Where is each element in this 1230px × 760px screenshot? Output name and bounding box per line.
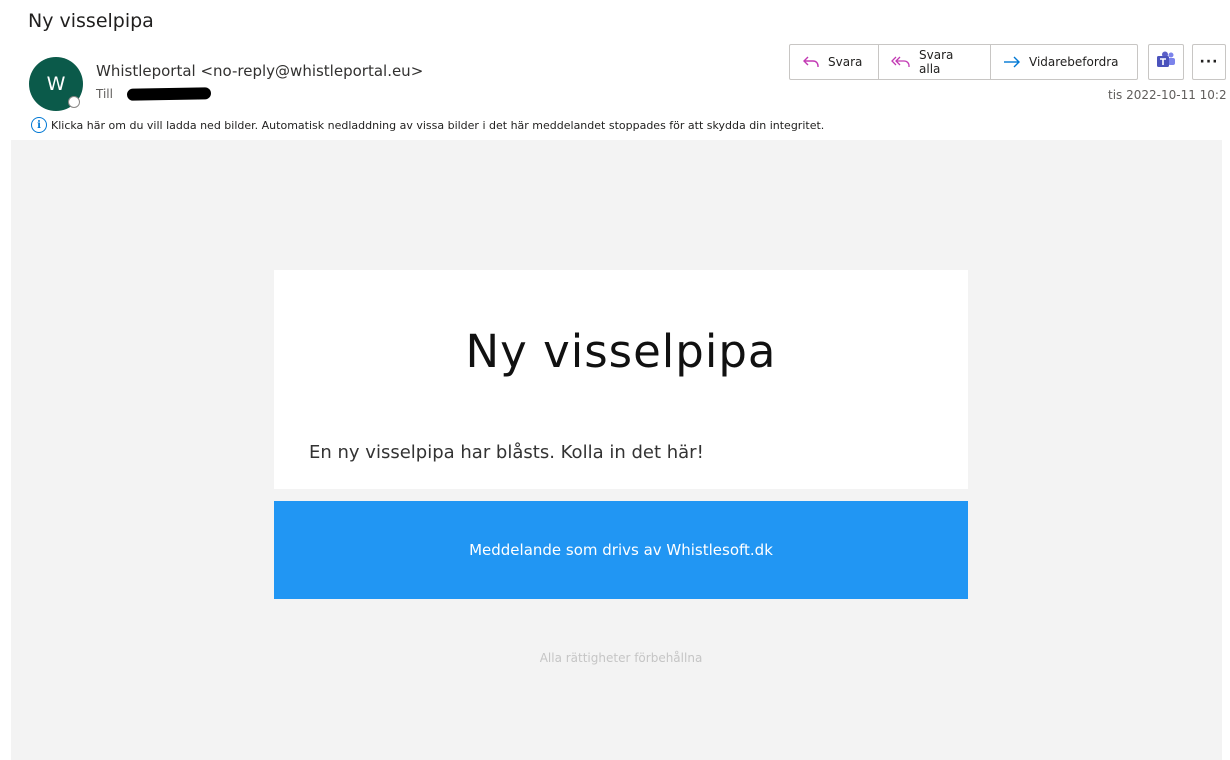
sender-name[interactable]: Whistleportal <no-reply@whistleportal.eu… [96, 62, 423, 80]
avatar-initial: W [46, 73, 66, 95]
presence-status-icon [68, 96, 80, 108]
message-title: Ny visselpipa [465, 325, 777, 378]
recipient-row: Till [96, 87, 212, 101]
powered-by-banner: Meddelande som drivs av Whistlesoft.dk [274, 501, 968, 599]
reply-all-label: Svara alla [919, 48, 954, 76]
infobar-text: Klicka här om du vill ladda ned bilder. … [51, 118, 825, 132]
teams-button[interactable] [1148, 44, 1184, 80]
teams-icon [1156, 51, 1176, 73]
to-label: Till [96, 87, 113, 101]
image-download-infobar[interactable]: i Klicka här om du vill ladda ned bilder… [31, 117, 824, 133]
forward-arrow-icon [1003, 55, 1021, 69]
reply-icon [802, 55, 820, 69]
redacted-recipient [126, 87, 212, 101]
message-body: Ny visselpipa En ny visselpipa har blåst… [11, 140, 1222, 760]
message-text: En ny visselpipa har blåsts. Kolla in de… [309, 442, 704, 463]
info-icon: i [31, 117, 47, 133]
reply-all-button[interactable]: Svara alla [879, 45, 991, 79]
message-card: Ny visselpipa En ny visselpipa har blåst… [274, 270, 968, 489]
banner-text: Meddelande som drivs av Whistlesoft.dk [469, 541, 773, 559]
forward-button[interactable]: Vidarebefordra [991, 45, 1137, 79]
more-icon: ··· [1199, 54, 1219, 70]
reply-label: Svara [828, 55, 863, 69]
reply-all-icon [891, 55, 911, 69]
rights-footer: Alla rättigheter förbehållna [539, 651, 703, 665]
message-actions: Svara Svara alla Vidarebefordra ··· [789, 44, 1226, 80]
received-date: tis 2022-10-11 10:2 [1108, 88, 1227, 102]
reply-button[interactable]: Svara [790, 45, 879, 79]
reply-action-group: Svara Svara alla Vidarebefordra [789, 44, 1138, 80]
forward-label: Vidarebefordra [1029, 55, 1119, 69]
email-subject: Ny visselpipa [28, 10, 154, 32]
more-options-button[interactable]: ··· [1192, 44, 1226, 80]
